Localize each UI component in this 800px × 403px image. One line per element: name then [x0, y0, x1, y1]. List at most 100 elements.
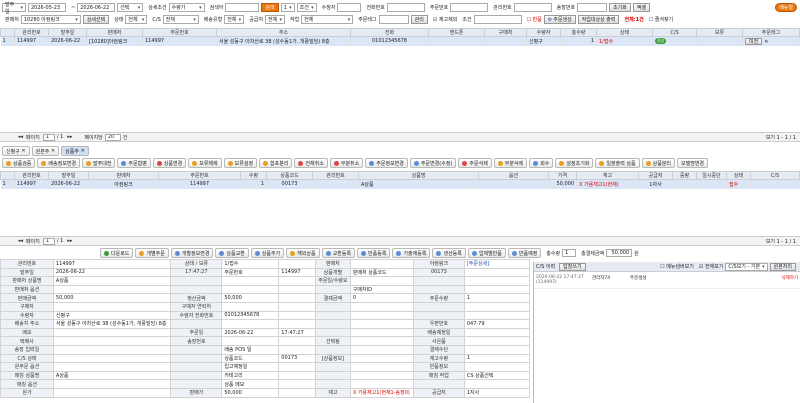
page-input[interactable]: 1	[42, 237, 55, 245]
col-header[interactable]: 핸드폰	[428, 28, 485, 37]
date-to-input[interactable]: 2026-06-22	[77, 3, 116, 12]
toolbar-button[interactable]: 상품분리	[641, 158, 676, 168]
col-header[interactable]: 상품코드	[266, 171, 313, 180]
toolbar-button[interactable]: 모델명변경	[677, 158, 709, 168]
col-header[interactable]: 재고	[576, 171, 639, 180]
col-header[interactable]: 주문번호	[142, 28, 217, 37]
excel-button[interactable]: 엑셀	[632, 3, 651, 12]
toolbar-button[interactable]: 보류설정	[223, 158, 258, 168]
col-header[interactable]: 주문태그	[742, 28, 800, 37]
toolbar-button[interactable]: 일괄출력 상품	[595, 158, 640, 168]
col-header[interactable]: 발주일	[48, 171, 89, 180]
toolbar-button[interactable]: 상품변경	[152, 158, 187, 168]
detail-toolbar-button[interactable]: 다운로드	[100, 248, 134, 258]
toolbar-button[interactable]: 발주대전	[82, 158, 116, 168]
seller-detail-button[interactable]: 상세선택	[82, 15, 110, 24]
detail-toolbar-button[interactable]: 교환등록	[321, 248, 356, 258]
cond1b-select[interactable]: 조건	[296, 3, 317, 12]
toolbar-button[interactable]: 전체취소	[294, 158, 328, 168]
cond2-input[interactable]	[473, 15, 522, 24]
tab-2[interactable]: 원본주 ✕	[31, 146, 60, 156]
toolbar-button[interactable]: 합포분리	[259, 158, 293, 168]
first-page-icon[interactable]: ◂◂	[18, 134, 23, 140]
toolbar-button[interactable]: 주문합병	[117, 158, 151, 168]
col-header[interactable]: C/S	[652, 28, 697, 37]
col-header[interactable]: 관리번호	[14, 171, 49, 180]
last-page-icon[interactable]: ▸▸	[67, 238, 72, 244]
view-all-checkbox[interactable]: ☑ 전체보기	[699, 263, 723, 270]
invoice-input[interactable]	[577, 3, 608, 12]
toolbar-button[interactable]: 상품검증	[2, 158, 36, 168]
tab-3[interactable]: 상품주 ✕	[61, 146, 89, 156]
detail-toolbar-button[interactable]: 상품교환	[215, 248, 249, 258]
col-header[interactable]: 수량자	[526, 28, 561, 37]
col-header[interactable]: 주소	[216, 28, 351, 37]
detail-cond-select[interactable]: 수량가	[168, 3, 205, 12]
close-icon[interactable]: ✕	[764, 39, 768, 45]
status-select[interactable]: 전체	[125, 15, 148, 24]
col-header[interactable]: 상태	[726, 171, 751, 180]
col-header[interactable]: C/S	[750, 171, 800, 180]
col-header[interactable]: 전화	[350, 28, 429, 37]
col-header[interactable]: 관리번호	[312, 171, 359, 180]
page-size-input[interactable]: 20	[104, 133, 121, 141]
toolbar-button[interactable]: 설정초기화	[555, 158, 594, 168]
work-select[interactable]: 전체	[301, 15, 354, 24]
work-status-button[interactable]: 작업대상상 출력	[577, 15, 620, 24]
toolbar-button[interactable]: 배송정보변경	[37, 158, 81, 168]
detail-toolbar-button[interactable]: 가출재등록	[392, 248, 431, 258]
col-header[interactable]: 옵션	[478, 171, 549, 180]
col-header[interactable]: 구매처	[484, 28, 527, 37]
last-page-icon[interactable]: ▸▸	[67, 134, 72, 140]
reset-button[interactable]: 초기화	[609, 3, 631, 12]
col-header[interactable]: 일시중단	[696, 171, 727, 180]
detail-toolbar-button[interactable]: 해외상품	[286, 248, 320, 258]
toolbar-button[interactable]: 부분취소	[329, 158, 364, 168]
tab-1[interactable]: 신평구 ✕	[2, 146, 30, 156]
date-type-select[interactable]: 발주일	[2, 2, 26, 15]
toolbar-button[interactable]: 주문삭제	[458, 158, 492, 168]
supplier-select[interactable]: 전체	[265, 15, 285, 24]
detail-toolbar-button[interactable]: 생산등록	[432, 248, 466, 258]
date-from-input[interactable]: 2026-05-23	[28, 3, 66, 12]
seller-select[interactable]: 10280 아컴링크	[20, 15, 81, 24]
bookmark-checkbox[interactable]: ☐ 즐겨찾기	[649, 16, 673, 23]
toolbar-button[interactable]: 보류해제	[188, 158, 222, 168]
detail-toolbar-button[interactable]: 개별주문	[135, 248, 169, 258]
detail-toolbar-button[interactable]: 개별정보변경	[170, 248, 214, 258]
menu-number-checkbox[interactable]: ☐ 메뉴넘버보기	[660, 263, 694, 270]
toolbar-button[interactable]: 부분삭제	[493, 158, 528, 168]
col-header[interactable]: 가격	[548, 171, 577, 180]
delivery-select[interactable]: 전체	[224, 15, 245, 24]
col-header[interactable]: 공급처	[638, 171, 673, 180]
qty-person-input[interactable]	[337, 3, 362, 12]
col-header[interactable]: 중량	[672, 171, 697, 180]
search-button[interactable]: 검색	[261, 3, 279, 12]
toolbar-button[interactable]: 주문정보변경	[365, 158, 408, 168]
table-row[interactable]: 1 114997 2026-06-22 아컴링크 114997 1 00173 …	[0, 179, 800, 189]
order-create-button[interactable]: ⚙ 주문생성	[543, 15, 576, 24]
order-tag-input[interactable]	[378, 15, 409, 24]
manual-button[interactable]: 메뉴얼	[775, 3, 797, 12]
table-row[interactable]: 1 114997 2026-06-22 [10280]아컴링크 114997 서…	[0, 36, 800, 46]
detail-toolbar-button[interactable]: 반품등록	[357, 248, 391, 258]
col-header[interactable]: 관리번호	[14, 28, 49, 37]
order-no-input[interactable]	[450, 3, 489, 12]
col-header[interactable]: 주문번호	[158, 171, 241, 180]
col-header[interactable]: 수량	[240, 171, 267, 180]
cs-reply-button[interactable]: 답장쓰기	[559, 262, 586, 271]
search-input[interactable]	[225, 3, 260, 12]
page-input[interactable]: 1	[42, 133, 55, 141]
detail-toolbar-button[interactable]: 상품추가	[250, 248, 285, 258]
col-header[interactable]: 상품명	[358, 171, 479, 180]
col-header[interactable]: 판매처	[88, 171, 159, 180]
cond1-select[interactable]: 1	[280, 3, 295, 12]
return-checkbox[interactable]: ☐ 반품	[527, 16, 542, 23]
col-header[interactable]: 총수량	[560, 28, 597, 37]
col-header[interactable]: 보류	[696, 28, 743, 37]
cs-select[interactable]: 전체	[162, 15, 199, 24]
tel-input[interactable]	[386, 3, 425, 12]
toolbar-button[interactable]: 회수	[529, 158, 554, 168]
col-header[interactable]: 판매처	[86, 28, 143, 37]
toolbar-button[interactable]: 주문변경(수정)	[409, 158, 457, 168]
